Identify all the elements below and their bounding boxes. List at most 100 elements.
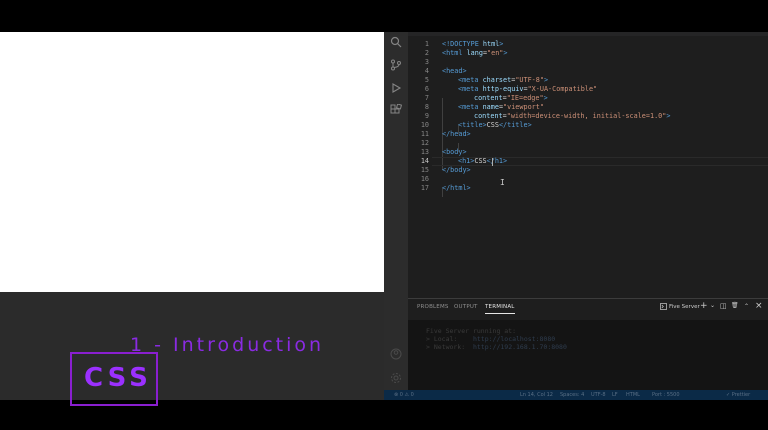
new-terminal-button[interactable]: + <box>700 301 708 311</box>
terminal-line: > Local: http://localhost:8080 <box>426 335 555 343</box>
code-line[interactable]: 12 <box>408 139 768 148</box>
code-line[interactable]: 4 <head> <box>408 67 768 76</box>
code-token: </title> <box>498 121 532 129</box>
code-text: </body> <box>442 166 471 175</box>
terminal-name[interactable]: Five Server <box>669 304 700 310</box>
terminal-output[interactable]: Five Server running at: > Local: http://l… <box>408 320 768 390</box>
code-text: <meta charset="UTF-8"> <box>458 76 548 85</box>
line-number: 7 <box>424 94 429 102</box>
code-text: <head> <box>442 67 467 76</box>
line-number: 5 <box>424 76 429 84</box>
css-logo-text: CSS <box>84 363 152 393</box>
code-token: "viewport" <box>503 103 544 111</box>
browser-preview <box>0 32 384 292</box>
code-text: <meta name="viewport" <box>458 103 544 112</box>
code-text: <body> <box>442 148 467 157</box>
code-token: <body> <box>442 148 467 156</box>
status-prettier[interactable]: ✓ Prettier <box>726 391 750 399</box>
status-cursor-position[interactable]: Ln 14, Col 12 <box>520 391 553 399</box>
split-terminal-icon[interactable]: ◫ <box>720 302 727 310</box>
code-token: http-equiv <box>482 85 524 93</box>
line-number: 17 <box>420 184 429 192</box>
status-encoding[interactable]: UTF-8 <box>591 391 606 399</box>
status-language[interactable]: HTML <box>626 391 640 399</box>
terminal-line: Five Server running at: <box>426 327 516 335</box>
terminal-dropdown-icon[interactable]: ⌄ <box>710 302 715 309</box>
code-editor[interactable]: I 1 <!DOCTYPE html> 2 <html lang="en"> 3 4 <he… <box>408 36 768 298</box>
terminal-url-link[interactable]: http://localhost:8080 <box>473 335 555 343</box>
code-token: > <box>503 49 508 57</box>
line-number: 1 <box>424 40 429 48</box>
code-line[interactable]: 16 <box>408 175 768 184</box>
code-token: content <box>474 112 503 120</box>
code-token: html <box>482 40 500 48</box>
code-token: </body> <box>442 166 471 174</box>
tab-problems[interactable]: PROBLEMS <box>417 304 449 310</box>
status-bar: ⊗ 0 ⚠ 0 Ln 14, Col 12 Spaces: 4 UTF-8 LF… <box>384 390 768 400</box>
code-line[interactable]: 13 <body> <box>408 148 768 157</box>
source-control-icon[interactable] <box>389 59 403 73</box>
tab-terminal[interactable]: TERMINAL <box>485 304 515 314</box>
code-token: CSS <box>474 157 487 165</box>
code-text: <meta http-equiv="X-UA-Compatible" <box>458 85 597 94</box>
line-number: 16 <box>420 175 429 183</box>
extensions-icon[interactable] <box>389 103 403 118</box>
run-debug-icon[interactable] <box>389 82 403 96</box>
code-text: </head> <box>442 130 471 139</box>
code-text: content="width=device-width, initial-sca… <box>474 112 670 121</box>
status-server-port[interactable]: Port : 5500 <box>652 391 680 399</box>
line-number: 11 <box>420 130 429 138</box>
terminal-label: Five Server running at: <box>426 327 517 335</box>
text-caret <box>492 157 493 166</box>
code-token: <head> <box>442 67 467 75</box>
terminal-icon <box>660 303 667 312</box>
code-line[interactable]: 9 content="width=device-width, initial-sc… <box>408 112 768 121</box>
code-line[interactable]: 10 <title>CSS</title> <box>408 121 768 130</box>
code-line[interactable]: 5 <meta charset="UTF-8"> <box>408 76 768 85</box>
letterbox-top <box>0 0 768 32</box>
settings-gear-icon[interactable] <box>389 372 403 386</box>
close-panel-icon[interactable]: × <box>755 301 763 311</box>
line-number: 2 <box>424 49 429 57</box>
code-line[interactable]: 1 <!DOCTYPE html> <box>408 40 768 49</box>
code-line[interactable]: 6 <meta http-equiv="X-UA-Compatible" <box>408 85 768 94</box>
code-line[interactable]: 17 </html> <box>408 184 768 193</box>
code-line[interactable]: 14 <h1>CSS</h1> <box>408 157 768 166</box>
line-number: 4 <box>424 67 429 75</box>
line-number: 3 <box>424 58 429 66</box>
activity-bar <box>384 32 408 390</box>
panel-tab-bar: PROBLEMS OUTPUT TERMINAL Five Server + ⌄… <box>408 299 768 319</box>
tab-output[interactable]: OUTPUT <box>454 304 478 310</box>
code-text: <h1>CSS</h1> <box>458 157 507 166</box>
search-icon[interactable] <box>389 36 403 50</box>
code-token: "width=device-width, initial-scale=1.0" <box>506 112 667 120</box>
status-problems[interactable]: ⊗ 0 ⚠ 0 <box>394 391 414 399</box>
code-line[interactable]: 3 <box>408 58 768 67</box>
code-token: > <box>666 112 671 120</box>
code-token: name <box>482 103 499 111</box>
code-token: "UTF-8" <box>515 76 544 84</box>
code-token: <title> <box>458 121 487 129</box>
maximize-panel-icon[interactable]: ⌃ <box>744 303 749 310</box>
status-eol[interactable]: LF <box>612 391 618 399</box>
code-line[interactable]: 7 content="IE=edge"> <box>408 94 768 103</box>
terminal-url-link[interactable]: http://192.168.1.70:8080 <box>473 343 567 351</box>
line-number: 6 <box>424 85 429 93</box>
code-line[interactable]: 11 </head> <box>408 130 768 139</box>
code-token: </html> <box>442 184 471 192</box>
code-token: "IE=edge" <box>506 94 544 102</box>
lesson-title: 1 - Introduction <box>130 334 325 356</box>
code-line[interactable]: 2 <html lang="en"> <box>408 49 768 58</box>
code-line[interactable]: 8 <meta name="viewport" <box>408 103 768 112</box>
code-token: "en" <box>487 49 504 57</box>
terminal-label: > Network: <box>426 343 473 351</box>
status-indentation[interactable]: Spaces: 4 <box>560 391 584 399</box>
code-text: <html lang="en"> <box>442 49 508 58</box>
code-text: <!DOCTYPE html> <box>442 40 503 49</box>
account-icon[interactable] <box>389 348 403 362</box>
line-number: 14 <box>420 157 429 165</box>
code-token: <!DOCTYPE <box>442 40 483 48</box>
code-text: <title>CSS</title> <box>458 121 532 130</box>
code-line[interactable]: 15 </body> <box>408 166 768 175</box>
trash-icon[interactable]: 🗑 <box>731 302 739 309</box>
